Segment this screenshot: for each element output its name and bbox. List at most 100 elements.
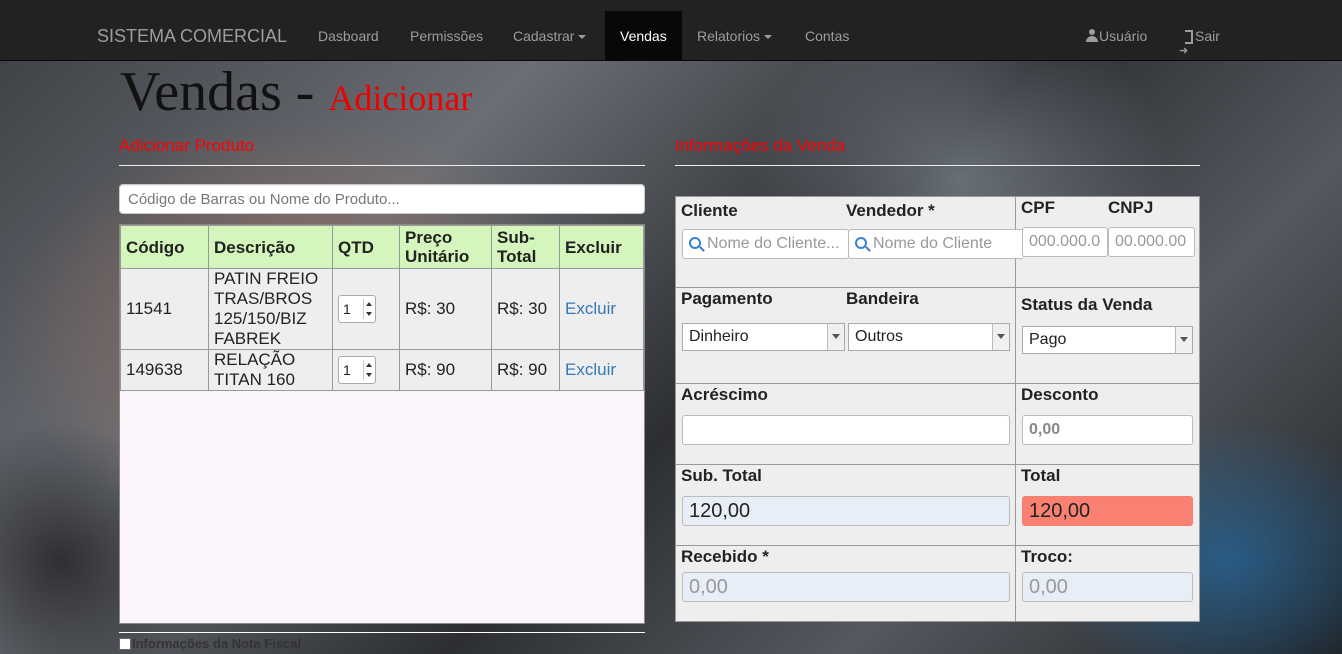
cliente-placeholder: Nome do Cliente... <box>707 235 840 252</box>
row-delete-cell: Excluir <box>559 268 644 350</box>
chevron-down-icon <box>992 324 1009 350</box>
nav-user-label: Usuário <box>1099 28 1148 44</box>
nav-cadastrar[interactable]: Cadastrar <box>513 11 587 61</box>
products-table-container: Código Descrição QTD Preço Unitário Sub-… <box>119 224 645 624</box>
acrescimo-input[interactable] <box>682 415 1010 445</box>
sale-info-panel: Cliente Vendedor * CPF CNPJ Nome do Clie… <box>675 196 1200 622</box>
quantity-value: 1 <box>343 362 351 378</box>
row-code: 11541 <box>120 268 209 350</box>
divider <box>119 632 645 633</box>
table-row: 11541 PATIN FREIO TRAS/BROS 125/150/BIZ … <box>120 268 644 350</box>
grid-line <box>676 383 1199 384</box>
delete-link[interactable]: Excluir <box>565 360 616 379</box>
nav-relatorios[interactable]: Relatorios <box>697 11 773 61</box>
cliente-label: Cliente <box>681 201 738 220</box>
quantity-value: 1 <box>343 301 351 317</box>
row-subtotal: R$: 30 <box>491 268 560 350</box>
search-icon <box>855 237 867 249</box>
page-subtitle: Adicionar <box>328 78 473 118</box>
nav-dashboard[interactable]: Dasboard <box>318 11 379 61</box>
subtotal-label: Sub. Total <box>681 466 762 485</box>
grid-line <box>676 545 1199 546</box>
nav-relatorios-label: Relatorios <box>697 28 761 44</box>
nav-logout-label: Sair <box>1195 28 1220 44</box>
status-label: Status da Venda <box>1021 295 1153 314</box>
col-qtd: QTD <box>332 225 400 269</box>
status-select[interactable]: Pago <box>1022 326 1193 354</box>
nav-user[interactable]: Usuário <box>1086 11 1147 61</box>
bandeira-label: Bandeira <box>846 289 919 308</box>
chevron-down-icon <box>1175 327 1192 353</box>
spinner-arrows-icon[interactable] <box>363 360 373 380</box>
spinner-arrows-icon[interactable] <box>363 299 373 319</box>
delete-link[interactable]: Excluir <box>565 299 616 318</box>
page-title: Vendas - Adicionar <box>120 60 472 124</box>
divider <box>675 165 1200 166</box>
vendedor-search-input[interactable]: Nome do Cliente <box>848 229 1024 259</box>
total-label: Total <box>1021 466 1061 485</box>
add-product-title: Adicionar Produto <box>119 136 255 155</box>
quantity-stepper[interactable]: 1 <box>338 356 376 384</box>
table-header-row: Código Descrição QTD Preço Unitário Sub-… <box>120 225 644 269</box>
navbar: SISTEMA COMERCIAL Dasboard Permissões Ca… <box>0 0 1342 76</box>
table-row: 149638 RELAÇÃO TITAN 160 1 R$: 90 R$: 90… <box>120 349 644 391</box>
cpf-label: CPF <box>1021 198 1055 217</box>
page-title-separator: - <box>281 61 329 123</box>
nav-cadastrar-label: Cadastrar <box>513 28 575 44</box>
recebido-label: Recebido * <box>681 547 769 566</box>
grid-line <box>676 287 1199 288</box>
pagamento-select[interactable]: Dinheiro <box>682 323 845 351</box>
divider <box>119 165 645 166</box>
products-table: Código Descrição QTD Preço Unitário Sub-… <box>120 225 644 391</box>
nav-permissoes[interactable]: Permissões <box>410 11 483 61</box>
col-descricao: Descrição <box>208 225 333 269</box>
row-qty-cell: 1 <box>332 349 400 391</box>
logout-icon <box>1179 26 1193 76</box>
desconto-label: Desconto <box>1021 385 1099 404</box>
nota-fiscal-option[interactable]: Informações da Nota Fiscal <box>119 636 301 651</box>
chevron-down-icon <box>827 324 844 350</box>
vendedor-label: Vendedor * <box>846 201 935 220</box>
cpf-input[interactable]: 000.000.0 <box>1022 227 1108 257</box>
sale-info-title: Informações da Venda <box>675 136 846 155</box>
subtotal-field: 120,00 <box>682 496 1010 526</box>
troco-label: Troco: <box>1021 547 1073 566</box>
desconto-input[interactable]: 0,00 <box>1022 415 1193 445</box>
vendedor-placeholder: Nome do Cliente <box>873 235 993 252</box>
page-title-main: Vendas <box>120 61 282 123</box>
caret-down-icon <box>578 35 587 40</box>
caret-down-icon <box>764 35 773 40</box>
grid-line <box>1015 197 1016 621</box>
row-code: 149638 <box>120 349 209 391</box>
user-icon <box>1086 29 1098 42</box>
row-delete-cell: Excluir <box>559 349 644 391</box>
row-price: R$: 30 <box>399 268 492 350</box>
grid-line <box>676 464 1199 465</box>
row-subtotal: R$: 90 <box>491 349 560 391</box>
nota-fiscal-checkbox[interactable] <box>119 637 131 650</box>
row-desc: RELAÇÃO TITAN 160 <box>208 349 333 391</box>
nav-contas[interactable]: Contas <box>805 11 849 61</box>
quantity-stepper[interactable]: 1 <box>338 295 376 323</box>
acrescimo-label: Acréscimo <box>681 385 768 404</box>
troco-field: 0,00 <box>1022 572 1193 602</box>
cliente-search-input[interactable]: Nome do Cliente... <box>682 229 849 259</box>
col-codigo: Código <box>120 225 209 269</box>
cnpj-input[interactable]: 00.000.00 <box>1108 227 1195 257</box>
row-price: R$: 90 <box>399 349 492 391</box>
nota-fiscal-label: Informações da Nota Fiscal <box>132 636 302 651</box>
recebido-input[interactable]: 0,00 <box>682 572 1010 602</box>
pagamento-label: Pagamento <box>681 289 773 308</box>
nav-vendas[interactable]: Vendas <box>605 11 682 61</box>
total-field: 120,00 <box>1022 496 1193 526</box>
nav-logout[interactable]: Sair <box>1179 11 1220 76</box>
product-search-input[interactable] <box>119 184 645 214</box>
bandeira-select[interactable]: Outros <box>848 323 1010 351</box>
bandeira-value: Outros <box>855 328 904 345</box>
brand[interactable]: SISTEMA COMERCIAL <box>97 26 287 47</box>
col-excluir: Excluir <box>559 225 644 269</box>
status-value: Pago <box>1029 331 1067 348</box>
row-desc: PATIN FREIO TRAS/BROS 125/150/BIZ FABREK <box>208 268 333 350</box>
col-preco: Preço Unitário <box>399 225 492 269</box>
row-qty-cell: 1 <box>332 268 400 350</box>
